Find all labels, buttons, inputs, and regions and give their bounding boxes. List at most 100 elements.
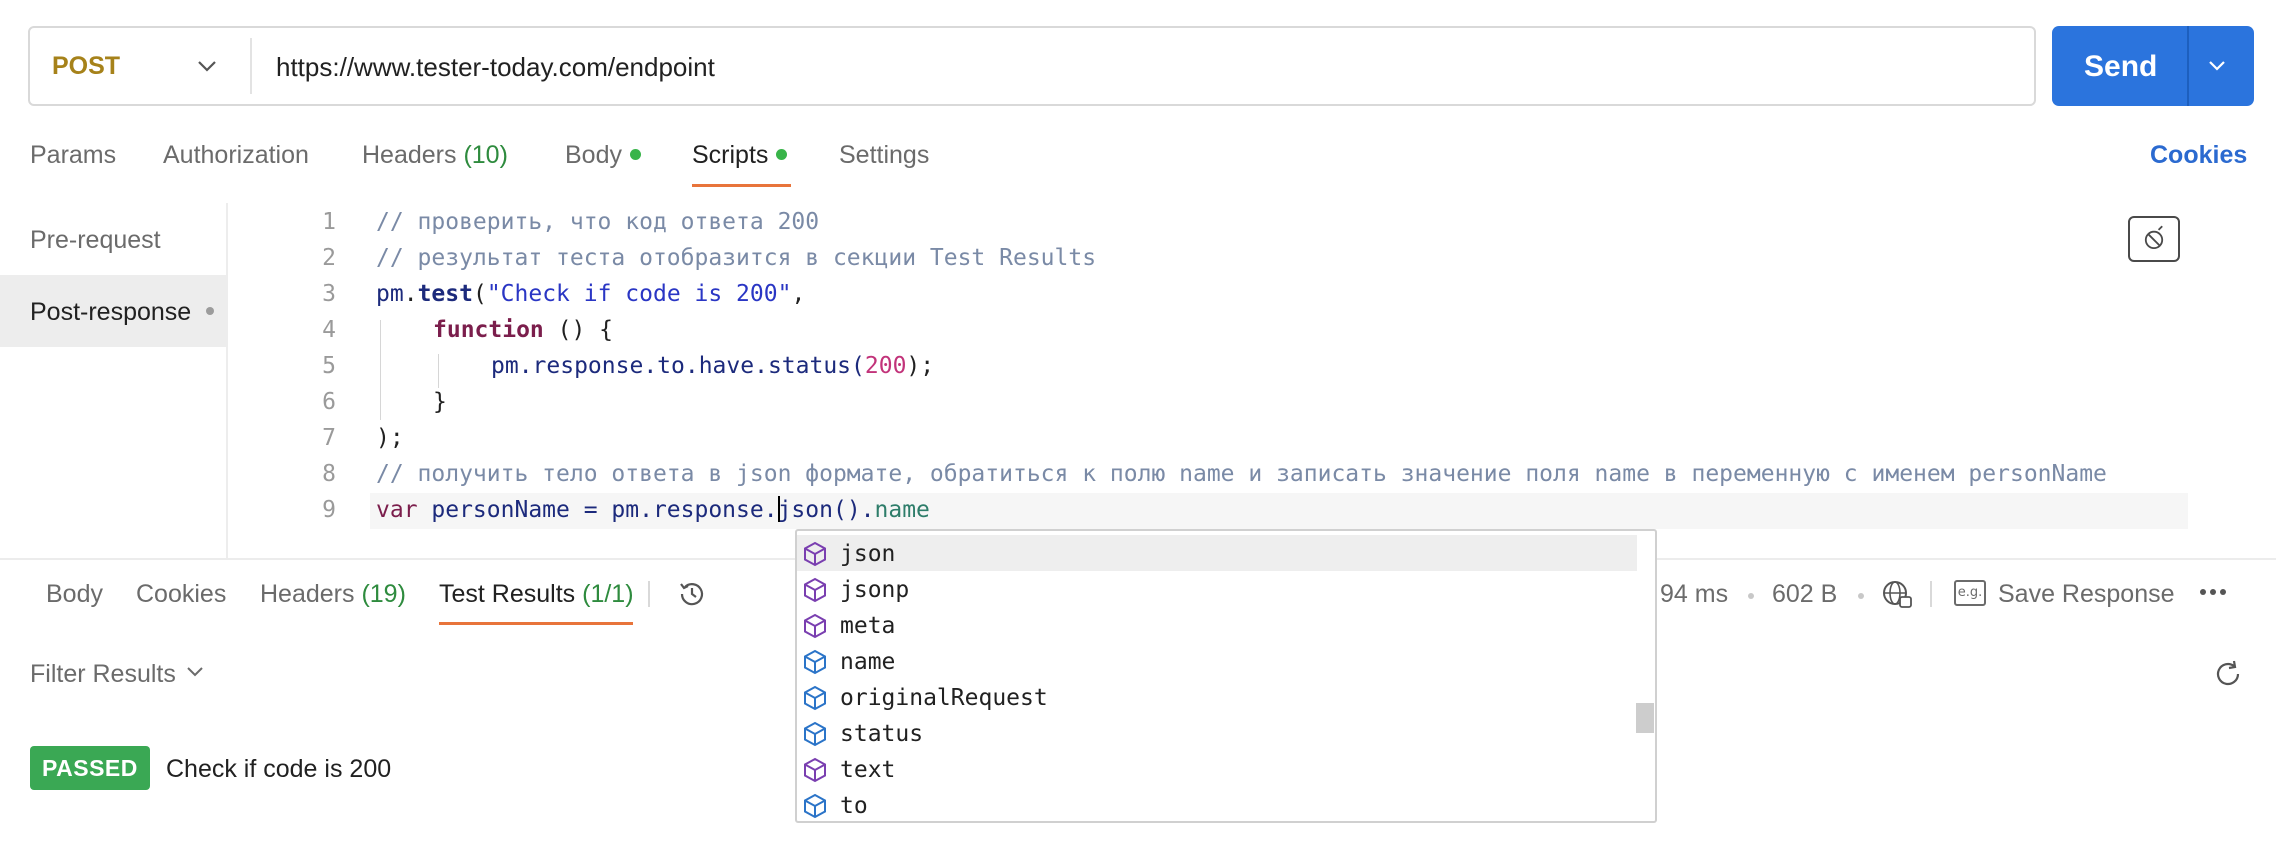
test-result-name: Check if code is 200	[166, 755, 392, 783]
filter-results-dropdown[interactable]: Filter Results	[30, 660, 176, 689]
method-cube-icon	[804, 541, 826, 567]
tab-params[interactable]: Params	[30, 141, 116, 170]
autocomplete-item[interactable]: originalRequest	[840, 685, 1048, 711]
code-keyword: var	[376, 497, 418, 523]
code-line-6[interactable]: }	[433, 389, 447, 415]
separator-dot	[1748, 593, 1754, 599]
tab-label: Headers	[260, 580, 355, 608]
code-line-5[interactable]: pm.response.to.have.status(200);	[491, 353, 934, 379]
autocomplete-item[interactable]: json	[840, 541, 895, 567]
separator-dot	[1858, 593, 1864, 599]
code-token: (	[472, 281, 487, 307]
method-cube-icon	[804, 757, 826, 783]
autocomplete-popup	[795, 529, 1657, 823]
more-options-icon[interactable]	[2198, 585, 2228, 599]
code-line-2[interactable]: // результат теста отобразится в секции …	[376, 245, 1096, 271]
method-select[interactable]: POST	[52, 52, 120, 81]
autocomplete-item[interactable]: text	[840, 757, 895, 783]
save-response-button[interactable]: Save Response	[1998, 580, 2175, 609]
line-number: 4	[322, 317, 336, 343]
indent-guide	[438, 354, 439, 388]
code-string: "Check if code is 200"	[486, 281, 792, 307]
url-divider	[250, 38, 252, 94]
code-line-3[interactable]: pm.test("Check if code is 200",	[376, 281, 805, 307]
method-cube-icon	[804, 577, 826, 603]
active-tab-underline	[439, 622, 633, 625]
tab-response-body[interactable]: Body	[46, 580, 103, 609]
property-cube-icon	[804, 793, 826, 819]
status-badge-label: PASSED	[42, 755, 138, 781]
tab-scripts[interactable]: Scripts	[692, 141, 788, 170]
active-tab-underline	[692, 184, 791, 187]
tab-authorization[interactable]: Authorization	[163, 141, 309, 170]
autocomplete-selected-highlight	[797, 535, 1637, 571]
status-dot	[206, 307, 214, 315]
tab-post-response-label[interactable]: Post-response	[30, 298, 191, 327]
code-token: pm.response.to.have.status(	[491, 353, 865, 379]
text-cursor	[777, 495, 780, 522]
code-line-9[interactable]: var personName = pm.response.json().name	[376, 495, 930, 524]
code-number: 200	[864, 353, 907, 379]
autocomplete-item[interactable]: meta	[840, 613, 895, 639]
line-number: 3	[322, 281, 336, 307]
refresh-icon[interactable]	[2212, 658, 2244, 690]
code-token: test	[417, 281, 473, 307]
tab-test-results[interactable]: Test Results (1/1)	[439, 580, 634, 609]
line-number: 7	[322, 425, 336, 451]
property-cube-icon	[804, 685, 826, 711]
sidebar-divider	[226, 203, 228, 558]
line-number: 5	[322, 353, 336, 379]
example-badge-icon: e.g.	[1954, 580, 1986, 606]
cookies-link[interactable]: Cookies	[2150, 141, 2247, 170]
line-number: 2	[322, 245, 336, 271]
separator	[648, 581, 650, 607]
indent-guide	[380, 320, 381, 420]
line-number: 1	[322, 209, 336, 235]
send-options-chevron-icon[interactable]	[2207, 59, 2227, 73]
line-number: 8	[322, 461, 336, 487]
code-token: () {	[543, 317, 614, 343]
scrollbar-thumb[interactable]	[1636, 703, 1654, 733]
tab-response-cookies[interactable]: Cookies	[136, 580, 226, 609]
tab-headers-count: (10)	[463, 141, 508, 169]
history-icon[interactable]	[676, 578, 708, 610]
send-button-label[interactable]: Send	[2084, 50, 2157, 84]
autocomplete-item[interactable]: to	[840, 793, 868, 819]
method-cube-icon	[804, 613, 826, 639]
tab-scripts-label: Scripts	[692, 141, 769, 169]
autocomplete-item[interactable]: name	[840, 649, 895, 675]
status-dot	[776, 148, 788, 160]
tab-count: (19)	[361, 580, 406, 608]
code-token: );	[906, 353, 935, 379]
tab-settings[interactable]: Settings	[839, 141, 929, 170]
response-size[interactable]: 602 B	[1772, 580, 1837, 609]
tab-response-headers[interactable]: Headers (19)	[260, 580, 406, 609]
autocomplete-item[interactable]: status	[840, 721, 923, 747]
line-number: 9	[322, 497, 336, 523]
property-cube-icon	[804, 721, 826, 747]
tab-body[interactable]: Body	[565, 141, 641, 170]
line-number: 6	[322, 389, 336, 415]
chevron-down-icon[interactable]	[196, 58, 218, 74]
tab-headers-label: Headers	[362, 141, 457, 169]
send-divider	[2187, 26, 2189, 106]
beautify-icon[interactable]	[2128, 216, 2180, 262]
separator	[1930, 581, 1932, 607]
chevron-down-icon[interactable]	[186, 666, 204, 678]
code-token: json().	[777, 497, 875, 523]
code-line-1[interactable]: // проверить, что код ответа 200	[376, 209, 819, 235]
tab-headers[interactable]: Headers (10)	[362, 141, 508, 170]
response-time[interactable]: 94 ms	[1660, 580, 1728, 609]
tab-pre-request[interactable]: Pre-request	[30, 226, 161, 255]
tab-label: Test Results	[439, 580, 576, 608]
network-globe-icon[interactable]	[1880, 578, 1914, 610]
tab-count: (1/1)	[582, 580, 634, 608]
property-cube-icon	[804, 649, 826, 675]
autocomplete-item[interactable]: jsonp	[840, 577, 909, 603]
code-token: personName = pm.response.	[417, 497, 778, 523]
code-line-7[interactable]: );	[376, 425, 404, 451]
code-line-4[interactable]: function () {	[433, 317, 613, 343]
code-line-8[interactable]: // получить тело ответа в json формате, …	[376, 461, 2107, 487]
url-input[interactable]: https://www.tester-today.com/endpoint	[276, 52, 715, 83]
code-token: pm	[376, 281, 404, 307]
